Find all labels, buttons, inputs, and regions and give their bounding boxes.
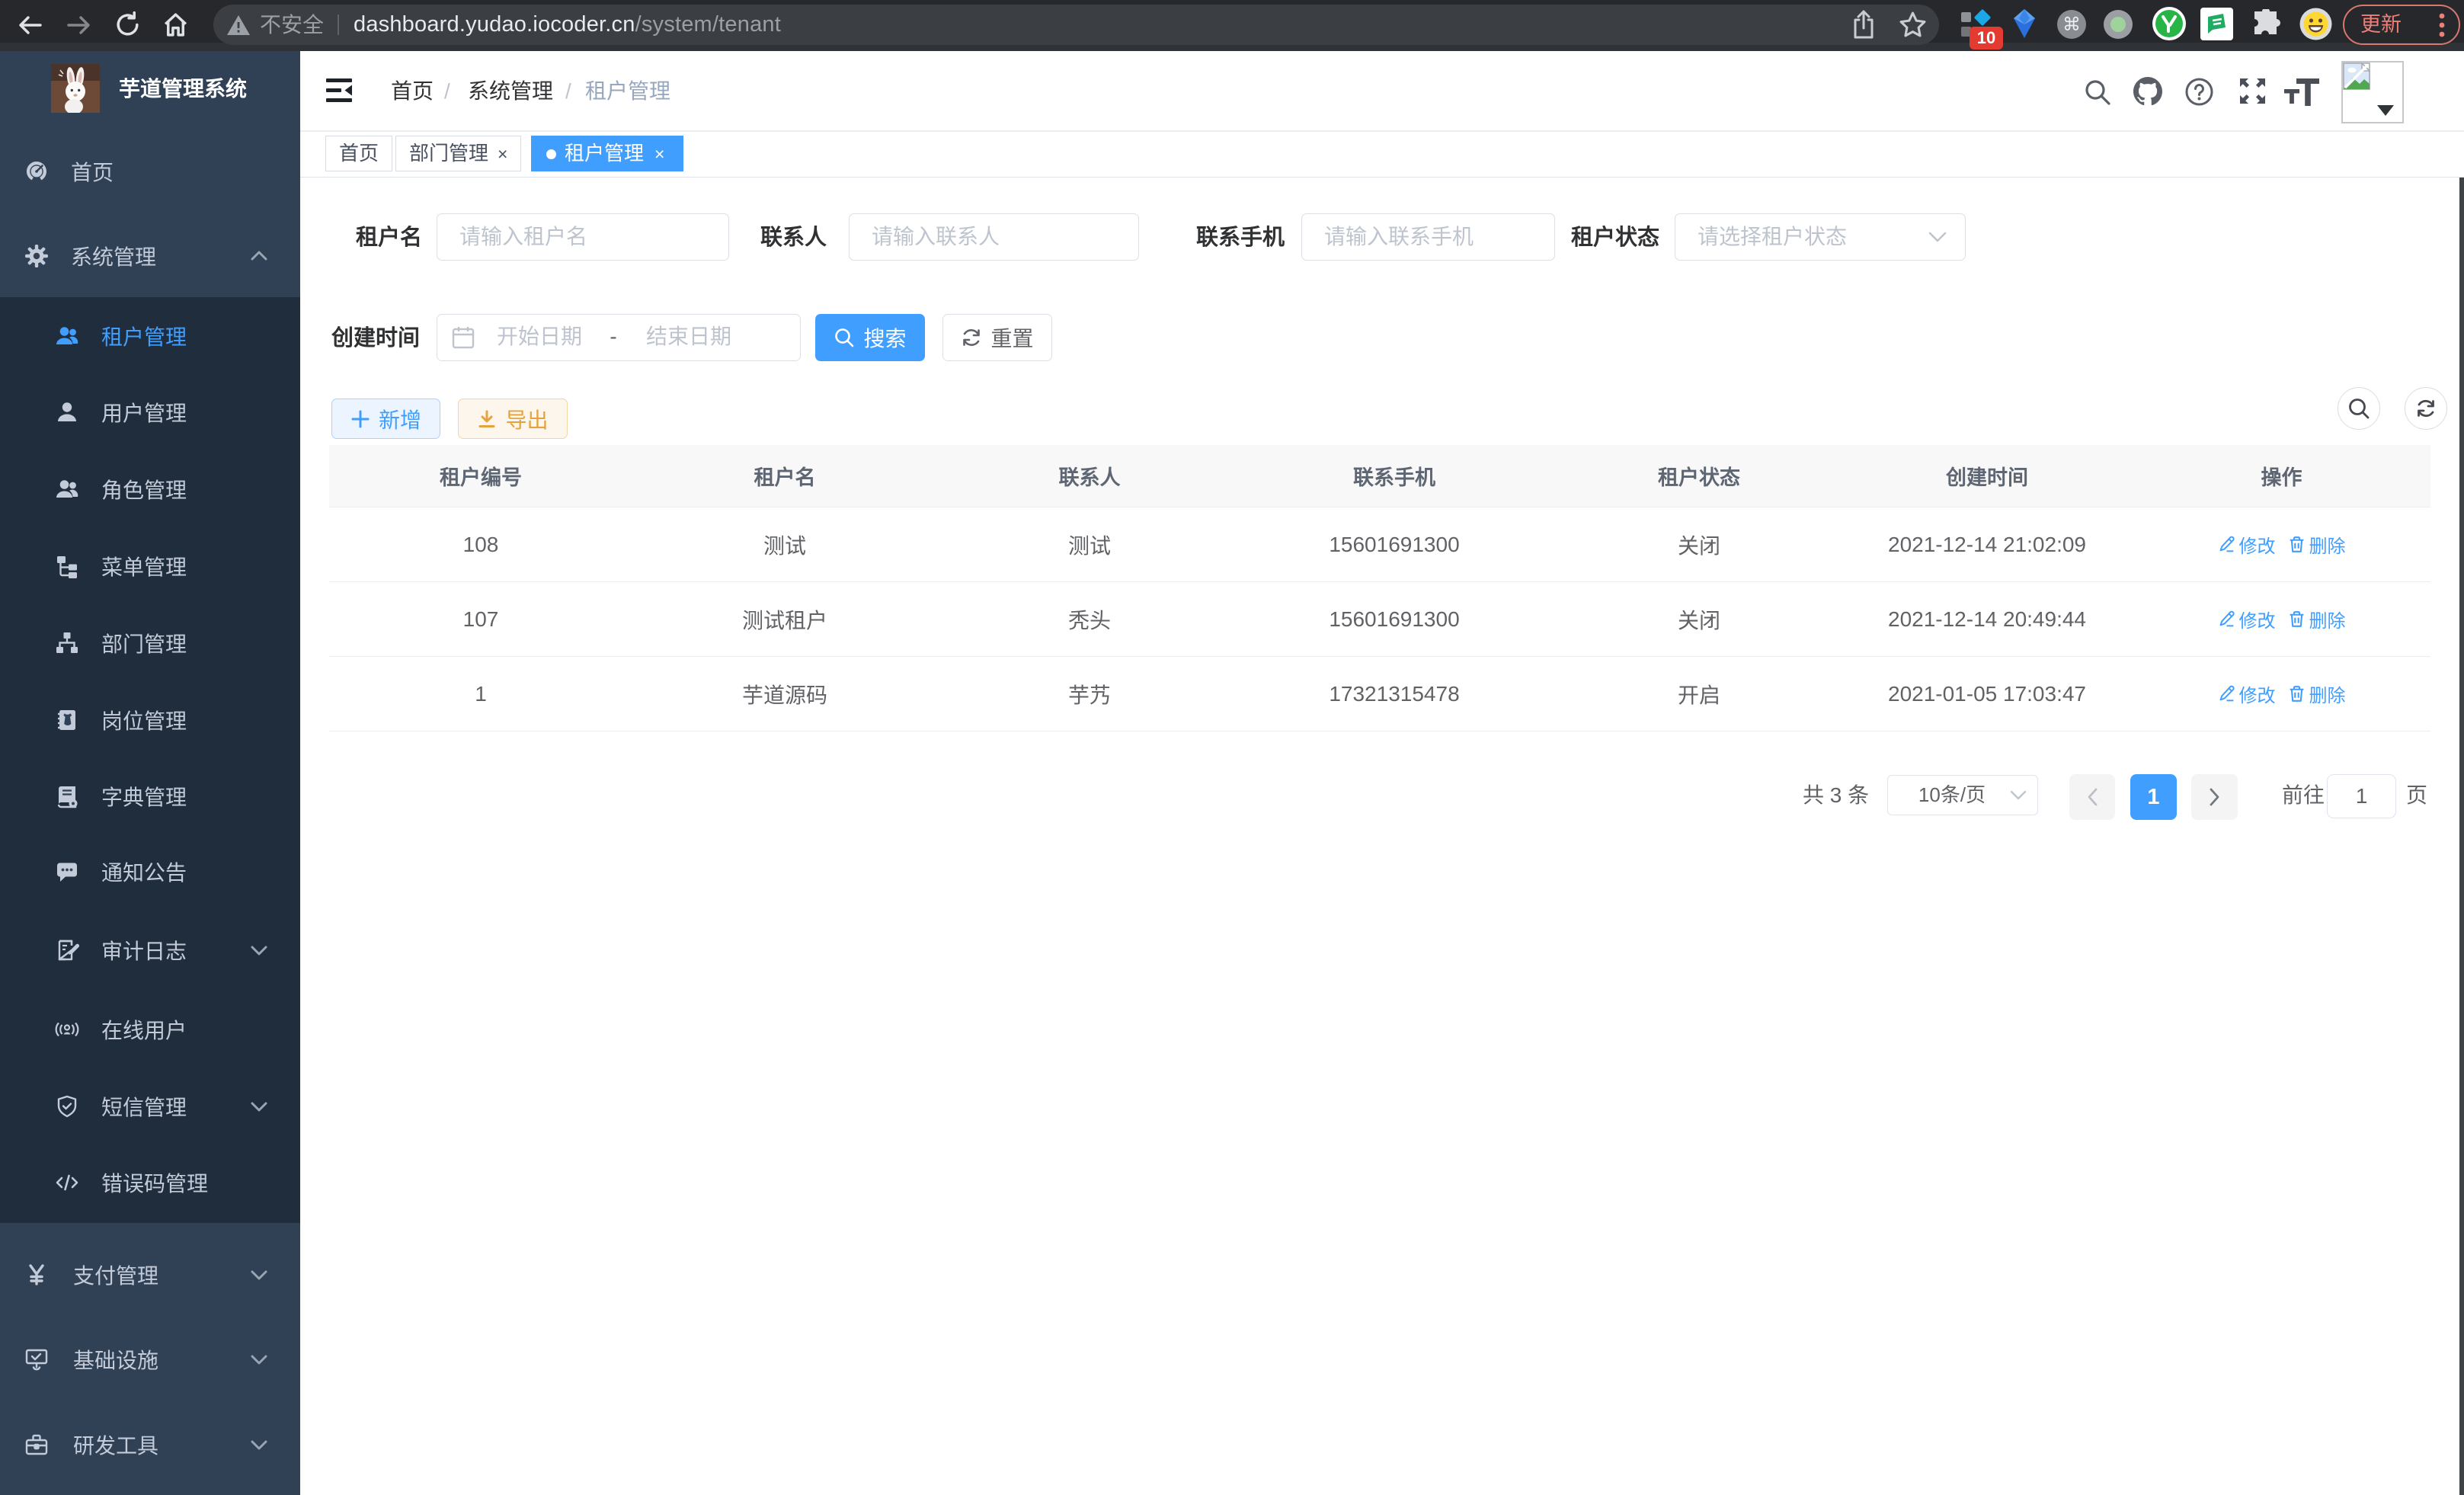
- svg-text:⌘: ⌘: [2062, 14, 2081, 35]
